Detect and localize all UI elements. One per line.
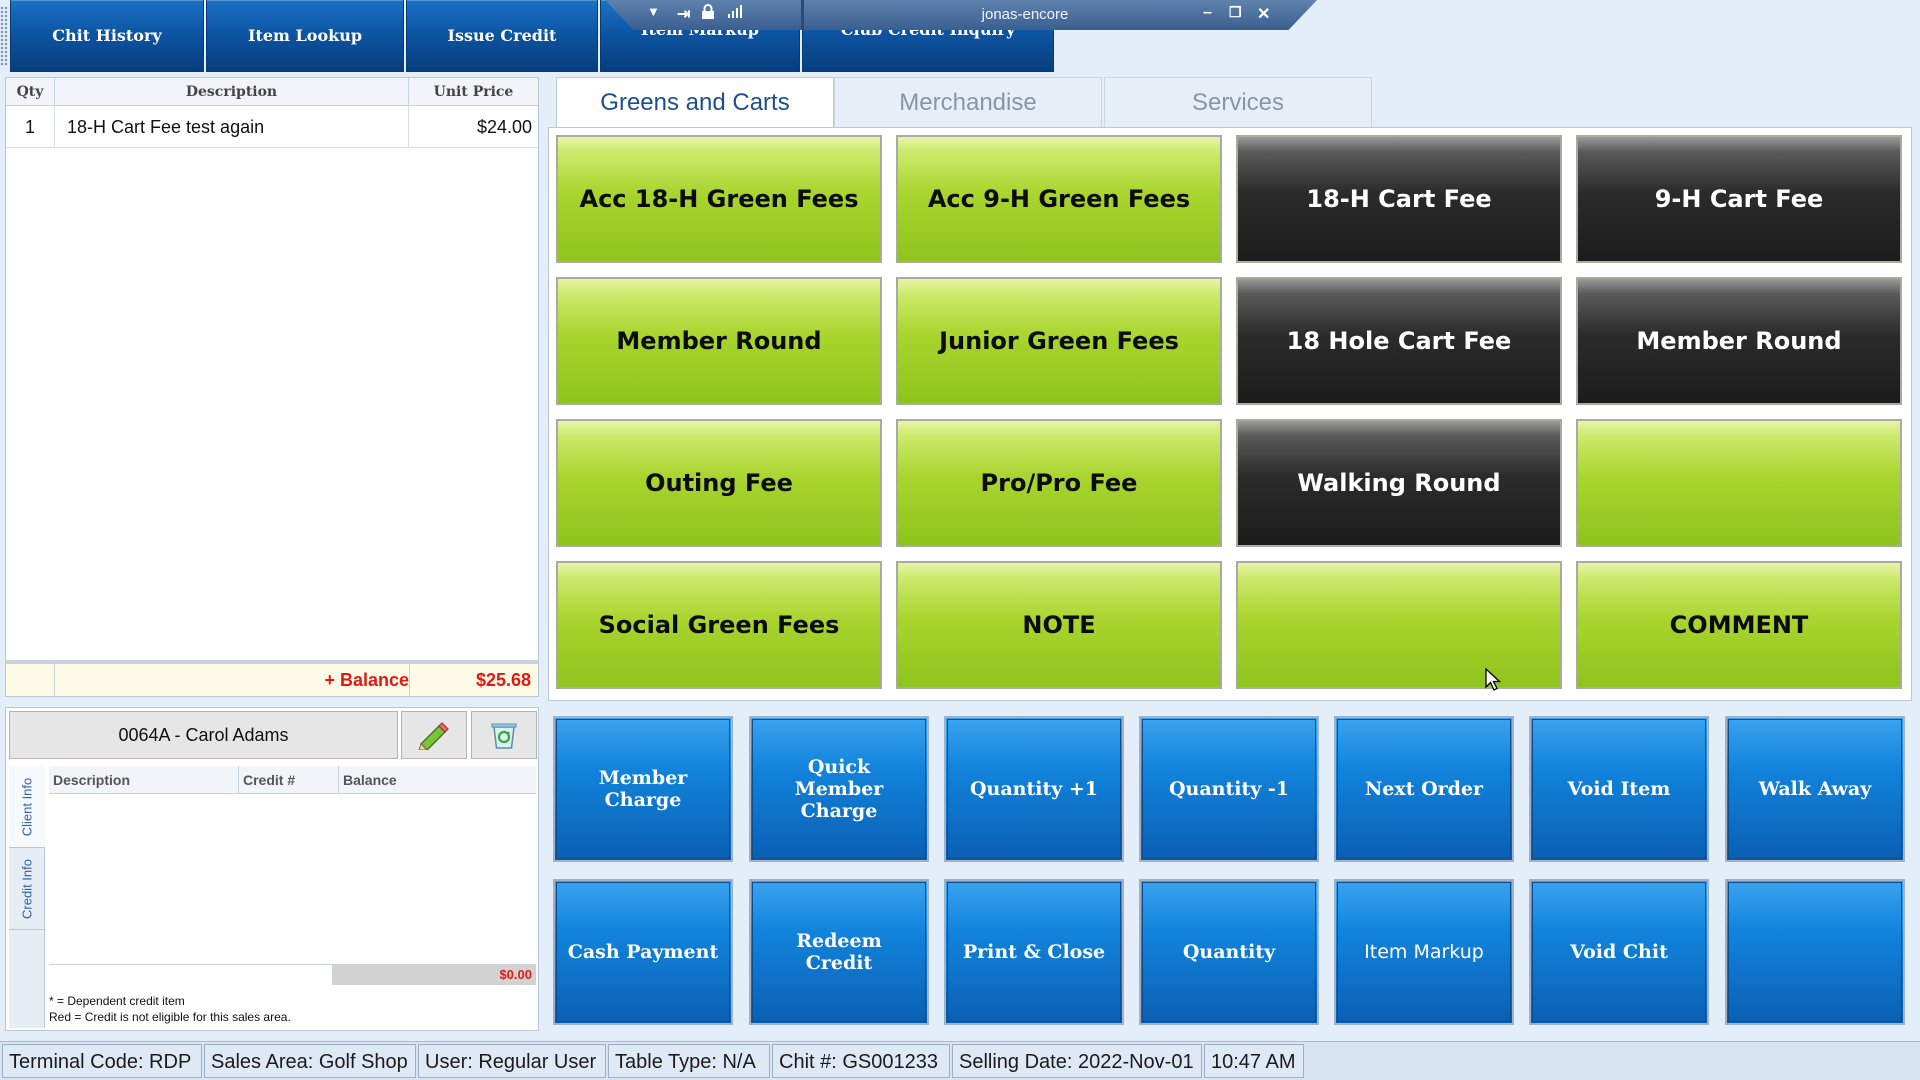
lock-icon[interactable] [701, 4, 715, 25]
credit-grid-header: Description Credit # Balance [49, 766, 536, 794]
column-description[interactable]: Description [55, 78, 409, 106]
item-comment[interactable]: COMMENT [1576, 561, 1902, 689]
item-outing-fee[interactable]: Outing Fee [556, 419, 882, 547]
item-junior-green-fees[interactable]: Junior Green Fees [896, 277, 1222, 405]
column-credit-number[interactable]: Credit # [239, 766, 339, 794]
cash-payment-button[interactable]: Cash Payment [553, 879, 733, 1025]
status-selling-date: Selling Date: 2022-Nov-01 [952, 1044, 1202, 1078]
recycle-bin-icon [491, 723, 517, 749]
print-and-close-button[interactable]: Print & Close [944, 879, 1124, 1025]
next-order-button[interactable]: Next Order [1334, 716, 1514, 862]
order-grid-header: Qty Description Unit Price [6, 78, 538, 106]
pin-icon[interactable]: ⇥ [677, 4, 690, 24]
mouse-cursor-icon [1485, 668, 1501, 691]
toolbar-grip[interactable] [0, 6, 8, 66]
item-empty-2[interactable] [1236, 561, 1562, 689]
signal-icon[interactable] [727, 4, 743, 23]
rdp-title: jonas-encore [981, 6, 1069, 23]
credit-total: $0.00 [333, 965, 536, 985]
item-pro-pro-fee[interactable]: Pro/Pro Fee [896, 419, 1222, 547]
empty-action-button[interactable] [1725, 879, 1905, 1025]
column-credit-balance[interactable]: Balance [339, 766, 536, 794]
column-credit-description[interactable]: Description [49, 766, 239, 794]
minimize-icon[interactable]: – [1203, 4, 1212, 22]
status-table-type: Table Type: N/A [608, 1044, 770, 1078]
member-panel: 0064A - Carol Adams Client Info Credit I… [5, 707, 539, 1031]
remote-desktop-bar: ▼ ⇥ jonas-encore – ❐ ✕ [605, 0, 1317, 30]
member-name[interactable]: 0064A - Carol Adams [9, 711, 398, 759]
item-social-green-fees[interactable]: Social Green Fees [556, 561, 882, 689]
quantity-button[interactable]: Quantity [1139, 879, 1319, 1025]
order-grid: Qty Description Unit Price 1 18-H Cart F… [5, 77, 539, 697]
clear-member-button[interactable] [471, 711, 537, 759]
table-row[interactable]: 1 18-H Cart Fee test again $24.00 [6, 106, 538, 148]
member-charge-button[interactable]: Member Charge [553, 716, 733, 862]
item-markup-action-button[interactable]: Item Markup [1334, 879, 1514, 1025]
row-price: $24.00 [476, 117, 532, 137]
row-description: 18-H Cart Fee test again [55, 106, 409, 148]
tab-client-info[interactable]: Client Info [9, 766, 45, 848]
status-bar: Terminal Code: RDP Sales Area: Golf Shop… [0, 1041, 1920, 1080]
quantity-minus-one-button[interactable]: Quantity -1 [1139, 716, 1319, 862]
item-member-round-dark[interactable]: Member Round [1576, 277, 1902, 405]
column-unit-price[interactable]: Unit Price [409, 78, 538, 106]
row-qty: 1 [6, 106, 55, 148]
status-time: 10:47 AM [1204, 1044, 1304, 1078]
item-18h-cart-fee[interactable]: 18-H Cart Fee [1236, 135, 1562, 263]
restore-icon[interactable]: ❐ [1229, 4, 1242, 21]
status-terminal-code: Terminal Code: RDP [2, 1044, 202, 1078]
item-9h-cart-fee[interactable]: 9-H Cart Fee [1576, 135, 1902, 263]
quick-member-charge-button[interactable]: Quick Member Charge [749, 716, 929, 862]
member-side-tabs: Client Info Credit Info [9, 766, 45, 1028]
item-note[interactable]: NOTE [896, 561, 1222, 689]
issue-credit-button[interactable]: Issue Credit [406, 0, 598, 72]
credit-total-spacer [49, 965, 333, 985]
tab-services[interactable]: Services [1104, 77, 1372, 127]
edit-member-button[interactable] [401, 711, 467, 759]
dropdown-arrow-icon[interactable]: ▼ [647, 4, 660, 19]
item-walking-round[interactable]: Walking Round [1236, 419, 1562, 547]
item-acc-18h-green-fees[interactable]: Acc 18-H Green Fees [556, 135, 882, 263]
column-qty[interactable]: Qty [6, 78, 55, 106]
item-18-hole-cart-fee[interactable]: 18 Hole Cart Fee [1236, 277, 1562, 405]
pencil-icon [418, 722, 449, 750]
balance-value: $25.68 [409, 664, 537, 696]
item-lookup-button[interactable]: Item Lookup [206, 0, 404, 72]
void-chit-button[interactable]: Void Chit [1529, 879, 1709, 1025]
tab-greens-and-carts[interactable]: Greens and Carts [556, 77, 834, 127]
item-member-round[interactable]: Member Round [556, 277, 882, 405]
close-icon[interactable]: ✕ [1257, 4, 1270, 24]
status-chit-number: Chit #: GS001233 [772, 1044, 950, 1078]
credit-total-row: $0.00 [49, 964, 536, 985]
dependent-credit-note: * = Dependent credit item [49, 994, 185, 1008]
rdp-separator [801, 0, 804, 30]
item-empty-1[interactable] [1576, 419, 1902, 547]
ineligible-credit-note: Red = Credit is not eligible for this sa… [49, 1010, 291, 1024]
balance-label: + Balance [324, 670, 409, 690]
item-acc-9h-green-fees[interactable]: Acc 9-H Green Fees [896, 135, 1222, 263]
tab-credit-info[interactable]: Credit Info [9, 848, 45, 930]
status-user: User: Regular User [418, 1044, 606, 1078]
balance-spacer [6, 664, 55, 696]
tab-merchandise[interactable]: Merchandise [834, 77, 1102, 127]
status-sales-area: Sales Area: Golf Shop [204, 1044, 416, 1078]
quantity-plus-one-button[interactable]: Quantity +1 [944, 716, 1124, 862]
void-item-button[interactable]: Void Item [1529, 716, 1709, 862]
item-button-grid: Acc 18-H Green Fees Acc 9-H Green Fees 1… [548, 127, 1912, 701]
balance-row: + Balance $25.68 [6, 660, 538, 696]
redeem-credit-button[interactable]: Redeem Credit [749, 879, 929, 1025]
chit-history-button[interactable]: Chit History [10, 0, 204, 72]
walk-away-button[interactable]: Walk Away [1725, 716, 1905, 862]
